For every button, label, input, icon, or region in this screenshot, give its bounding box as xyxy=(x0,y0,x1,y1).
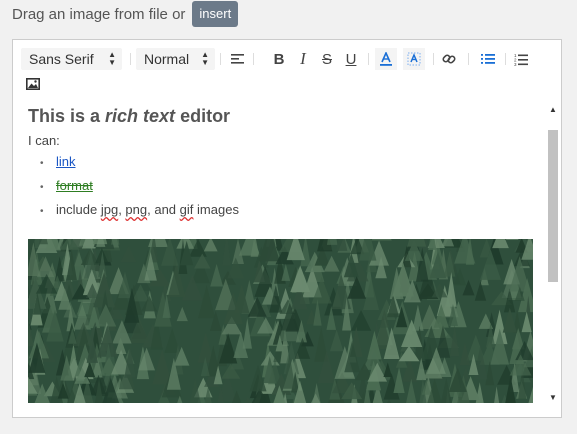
bold-icon[interactable]: B xyxy=(268,48,290,70)
underline-icon[interactable]: U xyxy=(340,48,362,70)
select-arrows-icon: ▲ ▼ xyxy=(108,50,116,67)
drop-zone-label-row: Drag an image from file or insert xyxy=(12,0,239,28)
list-item: • format xyxy=(40,178,93,193)
bullet-icon: • xyxy=(40,158,44,169)
toolbar-separator xyxy=(220,53,221,65)
align-left-icon[interactable] xyxy=(227,48,249,70)
background-color-icon[interactable] xyxy=(403,48,425,70)
format-text: format xyxy=(56,178,93,193)
toolbar-separator xyxy=(468,53,469,65)
jpg-text: jpg xyxy=(100,202,119,217)
toolbar-separator xyxy=(505,53,506,65)
images-text: images xyxy=(197,202,239,217)
list-item: • link xyxy=(40,154,76,169)
text-color-icon[interactable] xyxy=(375,48,397,70)
list-item: • include jpg, png, and gif images xyxy=(40,202,239,217)
png-text: png xyxy=(125,202,148,217)
bullet-icon: • xyxy=(40,206,44,217)
and-text: , and xyxy=(147,202,177,217)
link-icon[interactable] xyxy=(438,48,460,70)
toolbar: Sans Serif ▲ ▼ Normal ▲ ▼ B I S U 1 2 3 xyxy=(13,40,561,98)
content-link[interactable]: link xyxy=(56,154,76,169)
include-text: include xyxy=(56,202,98,217)
scroll-up-icon[interactable]: ▲ xyxy=(547,104,559,116)
heading-text: This is a xyxy=(28,106,106,126)
select-arrows-icon: ▲ ▼ xyxy=(201,50,209,67)
scrollbar-thumb[interactable] xyxy=(548,130,558,282)
content-heading: This is a rich text editor xyxy=(28,106,230,127)
bullet-icon: • xyxy=(40,182,44,193)
rich-text-editor[interactable]: Sans Serif ▲ ▼ Normal ▲ ▼ B I S U 1 2 3 … xyxy=(12,39,562,418)
ican-text: I can: xyxy=(28,133,60,148)
image-icon[interactable] xyxy=(22,73,44,95)
numbered-list-icon[interactable]: 123 xyxy=(510,48,532,70)
scroll-down-icon[interactable]: ▼ xyxy=(547,392,559,404)
drop-label: Drag an image from file or xyxy=(12,5,186,23)
toolbar-separator xyxy=(130,53,131,65)
bullet-list-icon[interactable] xyxy=(477,48,499,70)
forest-image[interactable] xyxy=(28,239,533,403)
heading-italic-text: rich text xyxy=(105,106,176,126)
toolbar-separator xyxy=(368,53,369,65)
gif-text: gif xyxy=(179,202,194,217)
insert-button[interactable]: insert xyxy=(192,1,239,27)
font-size-select[interactable]: Normal ▲ ▼ xyxy=(136,48,215,70)
toolbar-separator xyxy=(253,53,254,65)
heading-text-end: editor xyxy=(175,106,231,126)
svg-text:3: 3 xyxy=(514,62,517,66)
font-family-select[interactable]: Sans Serif ▲ ▼ xyxy=(21,48,122,70)
font-size-value: Normal xyxy=(144,51,190,67)
scrollbar[interactable]: ▲ ▼ xyxy=(547,104,559,404)
strike-icon[interactable]: S xyxy=(316,48,338,70)
italic-icon[interactable]: I xyxy=(292,48,314,70)
toolbar-separator xyxy=(433,53,434,65)
font-family-value: Sans Serif xyxy=(29,51,94,67)
